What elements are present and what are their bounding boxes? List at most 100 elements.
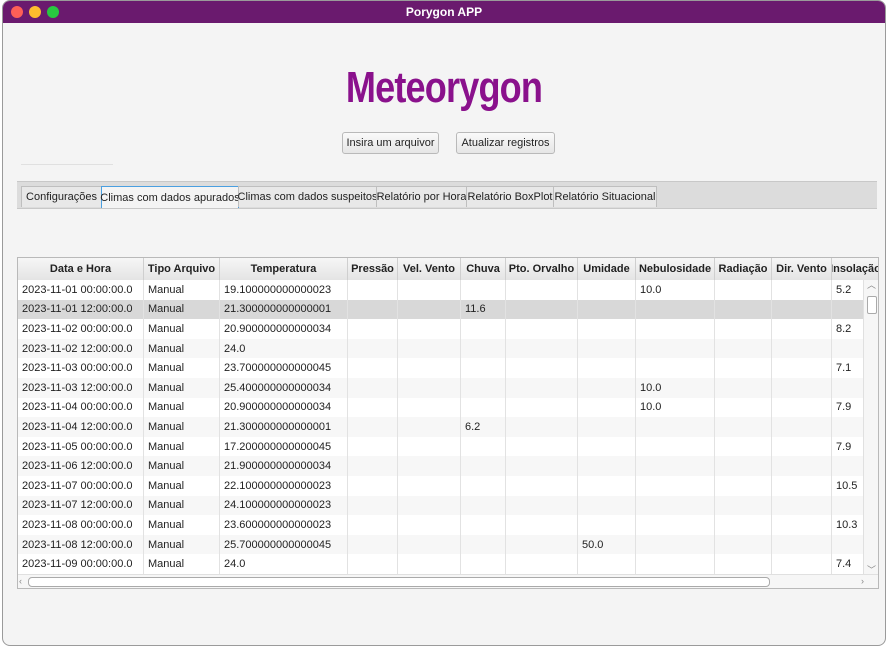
table-cell: Manual [144,280,220,300]
tab-climas-apurados[interactable]: Climas com dados apurados [100,186,240,208]
table-cell: 2023-11-04 12:00:00.0 [18,417,144,437]
table-cell: Manual [144,436,220,457]
table-cell [772,554,832,574]
table-row[interactable]: 2023-11-01 12:00:00.0 Manual 21.3000000000… [18,299,878,320]
table-cell: Manual [144,338,220,359]
table-cell: 23.700000000000045 [220,358,348,378]
table-row[interactable]: 2023-11-08 12:00:00.0 Manual 25.7000000000… [18,534,878,555]
table-cell [506,554,578,574]
table-row[interactable]: 2023-11-07 12:00:00.0 Manual 24.1000000000… [18,495,878,516]
table-cell [772,495,832,516]
table-cell [348,417,398,437]
column-header[interactable]: Pto. Orvalho [506,258,578,280]
table-row[interactable]: 2023-11-02 00:00:00.0 Manual 20.9000000000… [18,319,878,339]
table-row[interactable]: 2023-11-03 00:00:00.0 Manual 23.7000000000… [18,358,878,378]
column-header[interactable]: Radiação [715,258,772,280]
tab-relatorio-boxplot[interactable]: Relatório BoxPlot [466,186,554,207]
column-header[interactable]: Dir. Vento [772,258,832,280]
table-cell: Manual [144,475,220,496]
table-row[interactable]: 2023-11-01 00:00:00.0 Manual 19.1000000000… [18,280,878,300]
horizontal-scroll-thumb[interactable] [28,577,770,587]
table-cell: 2023-11-03 12:00:00.0 [18,377,144,398]
table-cell [578,515,636,535]
table-cell [715,515,772,535]
column-header[interactable]: Nebulosidade [636,258,715,280]
table-cell: 25.400000000000034 [220,377,348,398]
title-bar: Porygon APP [3,1,885,23]
chevron-right-icon[interactable]: › [861,577,864,586]
divider [21,164,113,165]
table-row[interactable]: 2023-11-05 00:00:00.0 Manual 17.2000000000… [18,436,878,457]
table-cell [348,319,398,339]
tab-relatorio-hora[interactable]: Relatório por Hora [376,186,467,207]
table-cell [578,436,636,457]
table-cell [461,495,506,516]
chevron-up-icon[interactable]: ︿ [867,281,876,290]
table-row[interactable]: 2023-11-08 00:00:00.0 Manual 23.6000000000… [18,515,878,535]
table-cell [636,515,715,535]
table-cell: 17.200000000000045 [220,436,348,457]
table-cell: 2023-11-01 12:00:00.0 [18,299,144,320]
table-cell [398,515,461,535]
table-cell [398,456,461,476]
table-cell: Manual [144,377,220,398]
column-header[interactable]: Tipo Arquivo [144,258,220,280]
column-header[interactable]: Insolação [832,258,878,280]
table-cell [636,299,715,320]
column-header[interactable]: Chuva [461,258,506,280]
table-cell [461,534,506,555]
table-cell [348,436,398,457]
table-cell [636,319,715,339]
chevron-left-icon[interactable]: ‹ [19,577,22,586]
column-header[interactable]: Umidade [578,258,636,280]
vertical-scroll-thumb[interactable] [867,296,877,314]
vertical-scrollbar[interactable]: ︿ ﹀ [863,280,878,576]
column-header[interactable]: Pressão [348,258,398,280]
table-cell [398,319,461,339]
table-cell: Manual [144,554,220,574]
table-cell: 2023-11-06 12:00:00.0 [18,456,144,476]
table-cell [636,436,715,457]
table-cell [715,397,772,418]
tab-configuracoes[interactable]: Configurações [21,186,102,207]
table-cell [461,338,506,359]
table-cell [348,299,398,320]
horizontal-scrollbar[interactable]: ‹ › [18,574,878,588]
refresh-records-button[interactable]: Atualizar registros [456,132,555,154]
column-header[interactable]: Temperatura [220,258,348,280]
table-cell [578,319,636,339]
table-cell [506,397,578,418]
table-cell [772,319,832,339]
table-cell [398,358,461,378]
table-cell: 10.0 [636,377,715,398]
table-row[interactable]: 2023-11-04 12:00:00.0 Manual 21.3000000000… [18,417,878,437]
table-cell [348,515,398,535]
app-title: Meteorygon [345,63,543,112]
table-cell [506,456,578,476]
table-cell [398,280,461,300]
column-header[interactable]: Data e Hora [18,258,144,280]
table-cell [348,377,398,398]
table-cell [348,397,398,418]
table-cell [461,319,506,339]
insert-file-button[interactable]: Insira um arquivor [342,132,439,154]
table-row[interactable]: 2023-11-04 00:00:00.0 Manual 20.9000000000… [18,397,878,418]
table-cell: Manual [144,456,220,476]
table-cell [461,436,506,457]
tab-relatorio-situacional[interactable]: Relatório Situacional [553,186,657,207]
table-cell [578,358,636,378]
table-row[interactable]: 2023-11-06 12:00:00.0 Manual 21.9000000000… [18,456,878,476]
table-cell: 6.2 [461,417,506,437]
table-row[interactable]: 2023-11-07 00:00:00.0 Manual 22.1000000000… [18,475,878,496]
tab-climas-suspeitos[interactable]: Climas com dados suspeitos [238,186,378,207]
table-row[interactable]: 2023-11-02 12:00:00.0 Manual 24.0 [18,338,878,359]
table-cell [461,280,506,300]
table-cell [772,417,832,437]
column-header[interactable]: Vel. Vento [398,258,461,280]
table-cell [506,417,578,437]
table-cell: 24.0 [220,554,348,574]
table-cell: Manual [144,534,220,555]
table-row[interactable]: 2023-11-09 00:00:00.0 Manual 24.0 7.4 [18,554,878,574]
table-row[interactable]: 2023-11-03 12:00:00.0 Manual 25.4000000000… [18,377,878,398]
table-cell: 25.700000000000045 [220,534,348,555]
